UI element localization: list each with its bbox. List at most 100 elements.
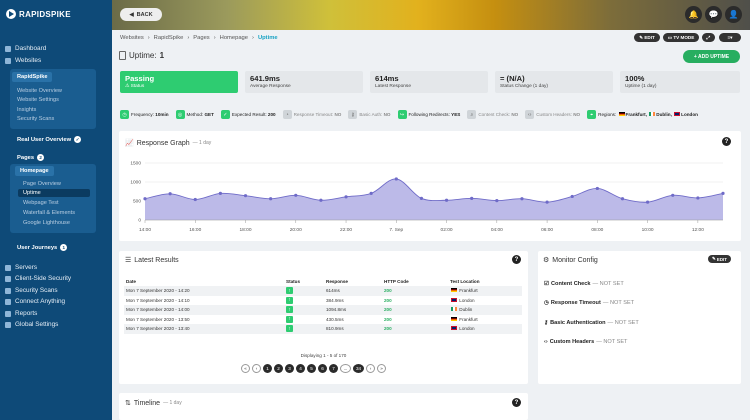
page-button[interactable]: › <box>366 364 375 373</box>
nav-real-user-overview[interactable]: Real User Overview ✓ <box>17 136 82 143</box>
nav-user-journeys[interactable]: User Journeys 1 <box>17 244 68 251</box>
bell-icon[interactable]: 🔔 <box>685 6 702 23</box>
row-location: Dublin <box>459 307 473 313</box>
sidebar-insights[interactable]: Insights <box>17 107 36 113</box>
brand-logo[interactable]: RAPIDSPIKE <box>0 0 112 28</box>
nav-servers[interactable]: Servers <box>5 264 37 271</box>
key-icon: ⚷ <box>348 110 358 119</box>
flag-gb-icon <box>451 326 457 331</box>
user-icon[interactable]: 👤 <box>725 6 742 23</box>
nav-security-scans[interactable]: Security Scans <box>5 287 58 294</box>
config-content-check: ☑ Content Check — NOT SET <box>544 281 624 287</box>
list-icon: ☰ <box>125 257 132 264</box>
flag-de-icon <box>451 316 457 321</box>
table-row[interactable]: Mon 7 September 2020 - 14:00 ↑ 1094.8ms 200… <box>124 305 522 315</box>
nav-dashboard[interactable]: Dashboard <box>5 45 46 52</box>
page-pill[interactable]: Homepage <box>15 166 54 176</box>
config-tags: ◷ Frequency: 10min ◎ Method: GET ✓ Expected… <box>120 110 701 119</box>
site-pill[interactable]: RapidSpike <box>12 72 53 82</box>
checkbox-icon: ☑ <box>544 281 550 287</box>
table-row[interactable]: Mon 7 September 2020 - 14:20 ↑ 614ms 200 Fr… <box>124 286 522 296</box>
nav-pages[interactable]: Pages 2 <box>17 154 45 161</box>
page-button[interactable]: ‹ <box>252 364 261 373</box>
row-http-code: 200 <box>382 324 448 334</box>
data-point <box>520 197 524 201</box>
gear-icon: ⚙ <box>543 257 550 264</box>
help-icon[interactable]: ? <box>512 255 521 264</box>
add-uptime-button[interactable]: + ADD UPTIME <box>683 50 740 63</box>
row-date: Mon 7 September 2020 - 14:20 <box>124 286 284 296</box>
flag-de-icon <box>618 112 625 116</box>
page-button[interactable]: « <box>241 364 250 373</box>
page-button[interactable]: 3 <box>285 364 294 373</box>
globe-icon: ◎ <box>175 110 185 119</box>
y-tick-label: 500 <box>133 199 141 205</box>
crumb-websites[interactable]: Websites <box>120 35 144 41</box>
page-button[interactable]: 5 <box>307 364 316 373</box>
data-point <box>168 192 172 196</box>
row-location: London <box>459 297 475 303</box>
table-row[interactable]: Mon 7 September 2020 - 13:50 ↑ 430.5ms 200 … <box>124 315 522 325</box>
status-up-icon: ↑ <box>286 325 293 333</box>
row-date: Mon 7 September 2020 - 14:00 <box>124 305 284 315</box>
nav-global-settings[interactable]: Global Settings <box>5 321 58 328</box>
monitor-edit-button[interactable]: ✎ EDIT <box>708 255 731 263</box>
response-graph-panel: 📈 Response Graph — 1 day ? 0 500 1000 1500 14:… <box>119 131 741 241</box>
data-point <box>646 200 650 204</box>
more-button[interactable]: ≡▾ <box>719 33 741 42</box>
tag-response-timeout: ◔ Response Timeout: NO <box>282 110 345 119</box>
page-button[interactable]: » <box>377 364 386 373</box>
sidebar-lighthouse[interactable]: Google Lighthouse <box>23 220 70 226</box>
page-button[interactable]: 4 <box>296 364 305 373</box>
crumb-homepage[interactable]: Homepage <box>220 35 248 41</box>
help-icon[interactable]: ? <box>512 398 521 407</box>
crumb-pages[interactable]: Pages <box>193 35 209 41</box>
report-icon <box>5 310 11 317</box>
page-button[interactable]: 7 <box>329 364 338 373</box>
page-button[interactable]: ... <box>340 364 351 373</box>
sidebar-security-scans[interactable]: Security Scans <box>17 116 54 122</box>
page-button[interactable]: 6 <box>318 364 327 373</box>
tv-mode-button[interactable]: ▭ TV MODE <box>663 33 699 42</box>
sidebar-website-settings[interactable]: Website Settings <box>17 97 59 103</box>
page-button[interactable]: 1 <box>263 364 272 373</box>
key-icon: ⚷ <box>544 320 549 326</box>
shield-icon <box>5 275 11 282</box>
nav-connect-anything[interactable]: Connect Anything <box>5 298 65 305</box>
page-button[interactable]: 2 <box>274 364 283 373</box>
data-point <box>696 196 700 200</box>
row-date: Mon 7 September 2020 - 13:40 <box>124 324 284 334</box>
nav-websites[interactable]: Websites <box>5 57 41 64</box>
code-icon: ‹› <box>525 110 535 119</box>
crumb-rapidspike[interactable]: RapidSpike <box>154 35 184 41</box>
data-point <box>369 191 373 195</box>
page-button[interactable]: 34 <box>353 364 364 373</box>
row-location: Frankfurt <box>459 316 478 322</box>
data-point <box>671 193 675 197</box>
row-http-code: 200 <box>384 297 392 303</box>
table-row[interactable]: Mon 7 September 2020 - 13:40 ↑ 810.9ms 200 … <box>124 324 522 334</box>
sidebar-webpage-test[interactable]: Webpage Test <box>23 200 59 206</box>
nav-client-side-security[interactable]: Client-Side Security <box>5 275 71 282</box>
row-response: 384.9ms <box>326 297 344 303</box>
x-tick-label: 18:00 <box>240 227 252 233</box>
back-button[interactable]: ◀ BACK <box>120 8 162 21</box>
data-point <box>269 197 273 201</box>
sidebar-page-overview[interactable]: Page Overview <box>23 181 61 187</box>
lock-icon <box>5 287 11 294</box>
flag-ie-icon <box>649 112 656 116</box>
expand-icon[interactable]: ⤢ <box>702 33 715 42</box>
sidebar-uptime[interactable]: Uptime <box>23 190 41 196</box>
table-row[interactable]: Mon 7 September 2020 - 14:10 ↑ 384.9ms 200 … <box>124 296 522 306</box>
data-point <box>419 196 424 200</box>
data-point <box>143 197 147 201</box>
edit-button[interactable]: ✎ EDIT <box>634 33 660 42</box>
sidebar-website-overview[interactable]: Website Overview <box>17 88 62 94</box>
nav-reports[interactable]: Reports <box>5 310 37 317</box>
tag-following-redirects: ↪ Following Redirects: YES <box>397 110 464 119</box>
sidebar-waterfall[interactable]: Waterfall & Elements <box>23 210 75 216</box>
row-response: 614ms <box>324 286 382 296</box>
row-date: Mon 7 September 2020 - 13:50 <box>126 316 190 322</box>
chat-icon[interactable]: 💬 <box>705 6 722 23</box>
config-custom-headers: ‹› Custom Headers — NOT SET <box>544 339 628 345</box>
